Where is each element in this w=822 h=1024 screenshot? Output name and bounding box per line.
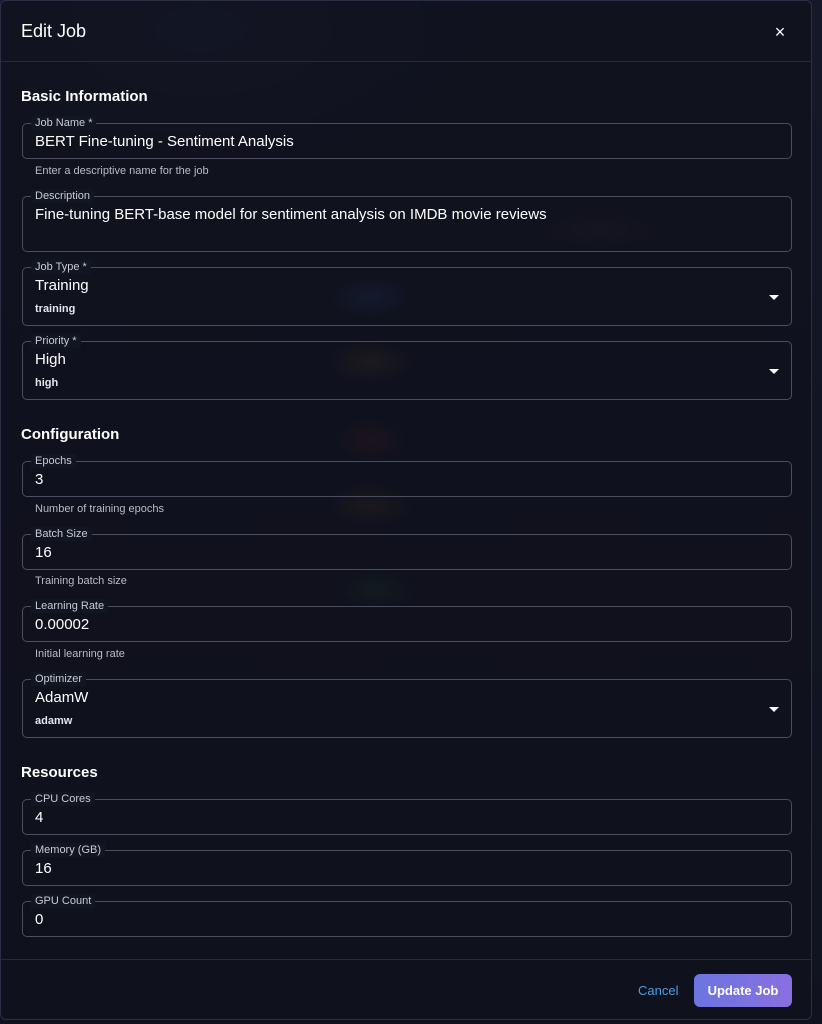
description-label: Description	[31, 189, 95, 203]
optimizer-value: AdamW	[35, 689, 89, 706]
job-name-label: Job Name *	[31, 116, 97, 130]
learning-rate-helper: Initial learning rate	[35, 648, 125, 660]
epochs-helper: Number of training epochs	[35, 503, 165, 515]
job-type-value: Training	[35, 277, 89, 294]
job-type-select[interactable]: Job Type * Training training	[22, 260, 792, 326]
chevron-down-icon	[769, 707, 779, 712]
dialog-title: Edit Job	[21, 21, 87, 41]
optimizer-select[interactable]: Optimizer AdamW adamw	[22, 672, 792, 738]
learning-rate-label: Learning Rate	[31, 599, 109, 613]
epochs-value: 3	[35, 471, 44, 488]
cpu-cores-label: CPU Cores	[31, 792, 95, 806]
memory-field[interactable]: Memory (GB) 16	[22, 843, 792, 886]
close-icon[interactable]: ×	[769, 21, 791, 43]
gpu-count-field[interactable]: GPU Count 0	[22, 894, 792, 937]
batch-size-label: Batch Size	[31, 527, 92, 541]
section-title-configuration: Configuration	[21, 426, 120, 443]
learning-rate-field[interactable]: Learning Rate 0.00002	[22, 599, 792, 642]
batch-size-value: 16	[35, 544, 52, 561]
priority-select[interactable]: Priority * High high	[22, 334, 792, 400]
optimizer-subvalue: adamw	[35, 715, 73, 727]
cpu-cores-field[interactable]: CPU Cores 4	[22, 792, 792, 835]
description-field[interactable]: Description Fine-tuning BERT-base model …	[22, 189, 792, 252]
batch-size-field[interactable]: Batch Size 16	[22, 527, 792, 570]
cpu-cores-value: 4	[35, 809, 44, 826]
learning-rate-value: 0.00002	[35, 616, 90, 633]
job-name-field[interactable]: Job Name * BERT Fine-tuning - Sentiment …	[22, 116, 792, 159]
gpu-count-label: GPU Count	[31, 894, 96, 908]
update-job-button[interactable]: Update Job	[694, 974, 792, 1007]
cancel-button[interactable]: Cancel	[638, 983, 678, 998]
job-type-label: Job Type *	[31, 260, 91, 274]
chevron-down-icon	[769, 369, 779, 374]
optimizer-label: Optimizer	[31, 672, 87, 686]
job-name-helper: Enter a descriptive name for the job	[35, 165, 209, 177]
edit-job-dialog: Edit Job × Basic Information Job Name * …	[0, 0, 812, 1020]
chevron-down-icon	[769, 295, 779, 300]
job-name-value: BERT Fine-tuning - Sentiment Analysis	[35, 133, 294, 150]
footer-divider	[1, 959, 811, 960]
batch-size-helper: Training batch size	[35, 575, 127, 587]
job-type-subvalue: training	[35, 303, 76, 315]
description-value: Fine-tuning BERT-base model for sentimen…	[35, 206, 547, 223]
gpu-count-value: 0	[35, 911, 44, 928]
priority-subvalue: high	[35, 377, 59, 389]
dialog-header: Edit Job ×	[1, 1, 811, 62]
priority-value: High	[35, 351, 66, 368]
epochs-field[interactable]: Epochs 3	[22, 454, 792, 497]
memory-label: Memory (GB)	[31, 843, 105, 857]
section-title-basic-information: Basic Information	[21, 88, 148, 105]
priority-label: Priority *	[31, 334, 81, 348]
epochs-label: Epochs	[31, 454, 76, 468]
memory-value: 16	[35, 860, 52, 877]
section-title-resources: Resources	[21, 764, 98, 781]
